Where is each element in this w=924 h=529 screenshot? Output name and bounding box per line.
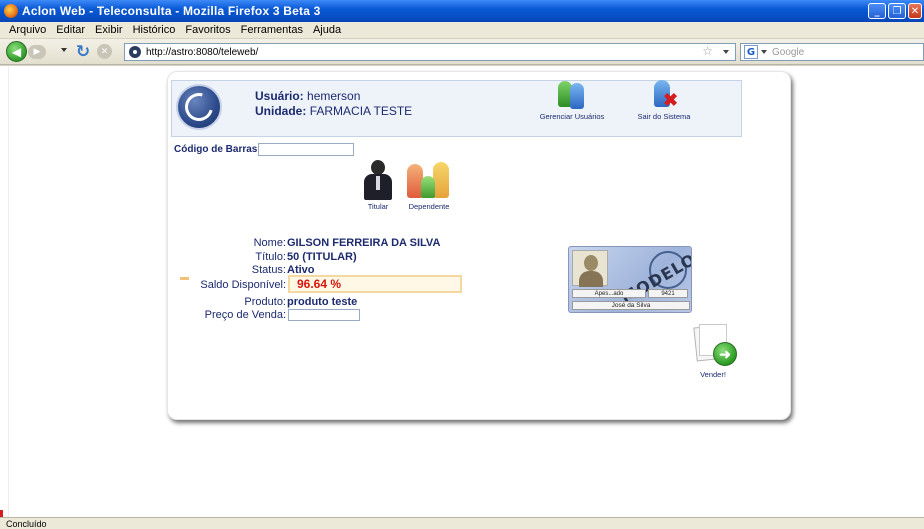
unit-value: FARMACIA TESTE <box>309 104 413 118</box>
titulo-label: Título: <box>255 251 286 263</box>
window-titlebar: Aclon Web - Teleconsulta - Mozilla Firef… <box>0 0 924 22</box>
vender-button[interactable]: ➜ Vender! <box>687 324 739 379</box>
back-button[interactable]: ◀ <box>6 41 27 62</box>
menu-favoritos[interactable]: Favoritos <box>180 24 235 36</box>
user-info: Usuário: hemerson <box>255 89 360 103</box>
close-button[interactable]: ✕ <box>908 3 922 19</box>
history-dropdown-icon[interactable] <box>61 48 67 52</box>
menu-exibir[interactable]: Exibir <box>90 24 128 36</box>
member-card-image: MODELO Apes...ado 9421 José da Silva <box>568 246 692 313</box>
preco-input[interactable] <box>288 309 360 321</box>
produto-label: Produto: <box>244 296 286 308</box>
engine-dropdown-icon[interactable] <box>761 50 767 54</box>
menu-editar[interactable]: Editar <box>51 24 90 36</box>
dependente-label: Dependente <box>408 202 450 211</box>
card-field: Apes...ado <box>572 289 646 298</box>
search-input[interactable]: Google <box>772 47 804 58</box>
users-icon <box>552 79 592 109</box>
family-icon <box>405 160 453 200</box>
saldo-label: Saldo Disponível: <box>200 279 286 291</box>
logout-label: Sair do Sistema <box>637 112 691 121</box>
url-text[interactable]: http://astro:8080/teleweb/ <box>146 47 258 58</box>
nome-label: Nome: <box>253 237 286 249</box>
menu-ferramentas[interactable]: Ferramentas <box>236 24 308 36</box>
logout-icon: ✖ <box>644 79 684 109</box>
sell-icon: ➜ <box>689 324 737 368</box>
status-bar: Concluído <box>0 517 924 529</box>
window-title: Aclon Web - Teleconsulta - Mozilla Firef… <box>22 4 321 18</box>
minimize-button[interactable]: _ <box>868 3 886 19</box>
menu-ajuda[interactable]: Ajuda <box>308 24 346 36</box>
stop-button[interactable]: ✕ <box>97 44 112 59</box>
site-favicon-icon <box>129 46 141 58</box>
card-photo <box>572 250 608 287</box>
url-bar[interactable]: http://astro:8080/teleweb/ ☆ <box>124 43 736 61</box>
dependente-button[interactable]: Dependente <box>401 160 457 211</box>
saldo-value: 96.64 % <box>288 275 462 293</box>
bookmark-star-icon[interactable]: ☆ <box>702 44 713 58</box>
menu-arquivo[interactable]: Arquivo <box>4 24 51 36</box>
barcode-label: Código de Barras: <box>174 144 261 155</box>
card-row: Apes...ado 9421 <box>572 289 690 298</box>
unit-info: Unidade: FARMACIA TESTE <box>255 104 412 118</box>
card-name: José da Silva <box>572 301 690 310</box>
reload-button[interactable]: ↻ <box>73 42 93 62</box>
preco-label: Preço de Venda: <box>204 309 286 321</box>
saldo-marker <box>180 277 189 280</box>
forward-button[interactable]: ▶ <box>28 45 46 59</box>
manage-users-button[interactable]: Gerenciar Usuários <box>530 79 614 121</box>
titular-label: Titular <box>367 202 389 211</box>
status-text: Concluído <box>6 518 47 529</box>
maximize-button[interactable]: ❐ <box>888 3 906 19</box>
google-engine-icon[interactable]: G <box>744 45 758 59</box>
produto-value: produto teste <box>287 296 358 308</box>
unit-label: Unidade: <box>255 104 307 118</box>
titulo-value: 50 (TITULAR) <box>287 251 357 263</box>
nome-value: GILSON FERREIRA DA SILVA <box>287 237 441 249</box>
user-label: Usuário: <box>255 89 304 103</box>
titular-person-icon <box>361 160 395 200</box>
navigation-toolbar: ◀ ▶ ↻ ✕ http://astro:8080/teleweb/ ☆ G G… <box>0 39 924 65</box>
search-bar[interactable]: G Google <box>740 43 924 61</box>
logout-button[interactable]: ✖ Sair do Sistema <box>629 79 699 121</box>
card-number: 9421 <box>648 289 688 298</box>
status-label: Status: <box>251 264 286 276</box>
aclon-logo-icon <box>176 84 222 130</box>
sidebar-edge <box>0 66 9 517</box>
menu-bar: Arquivo Editar Exibir Histórico Favorito… <box>0 22 924 39</box>
window-controls: _ ❐ ✕ <box>868 3 922 19</box>
user-value: hemerson <box>307 89 361 103</box>
page-viewport: Usuário: hemerson Unidade: FARMACIA TEST… <box>9 66 924 517</box>
barcode-input[interactable] <box>258 143 354 156</box>
url-dropdown-icon[interactable] <box>723 50 729 54</box>
menu-historico[interactable]: Histórico <box>128 24 181 36</box>
vender-label: Vender! <box>700 370 726 379</box>
titular-button[interactable]: Titular <box>358 160 398 211</box>
manage-users-label: Gerenciar Usuários <box>539 112 605 121</box>
firefox-icon <box>4 4 18 18</box>
